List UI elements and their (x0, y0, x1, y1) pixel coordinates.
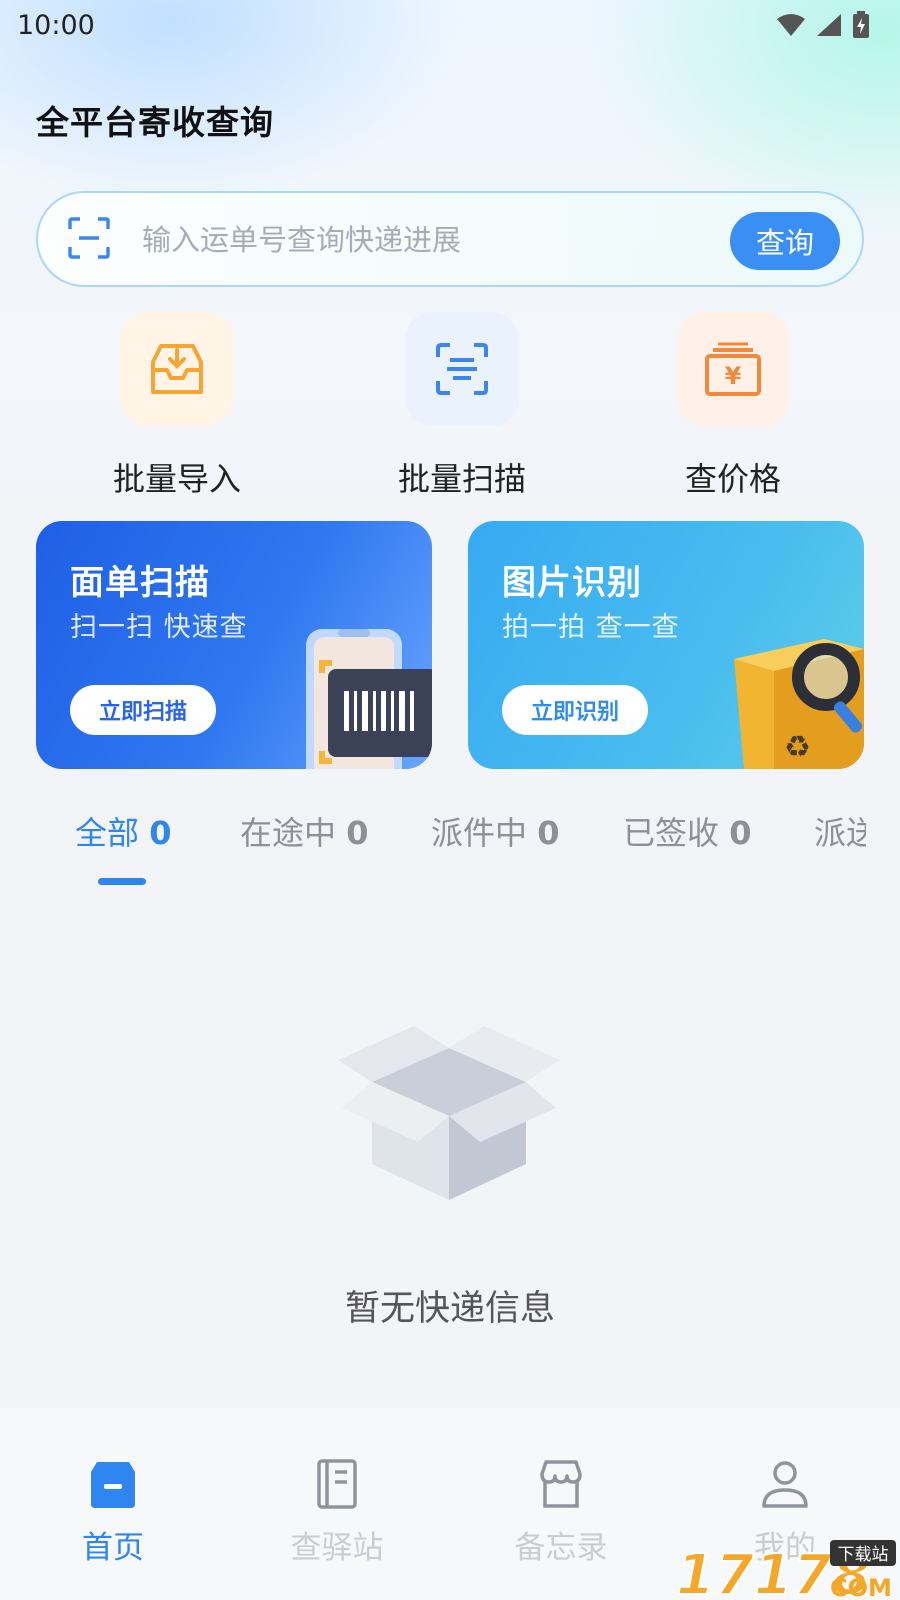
tab-signed[interactable]: 已签收 0 (623, 808, 751, 854)
tab-in-transit[interactable]: 在途中 0 (240, 808, 368, 854)
nav-item-stations[interactable]: 查驿站 (257, 1458, 417, 1567)
status-icons (776, 11, 870, 39)
phone-barcode-illustration (306, 629, 432, 769)
battery-icon (853, 11, 869, 38)
package-magnifier-illustration: ♻ (734, 639, 864, 769)
watermark-suffix: COM (830, 1574, 892, 1600)
open-box-icon (338, 1026, 560, 1200)
nav-item-home[interactable]: 首页 (33, 1458, 193, 1567)
quick-action-batch-scan[interactable]: 批量扫描 (362, 312, 562, 502)
user-icon (762, 1461, 808, 1508)
nav-label: 备忘录 (514, 1530, 608, 1566)
empty-message: 暂无快递信息 (344, 1289, 555, 1329)
tab-label: 派送 (814, 814, 866, 852)
search-input[interactable] (142, 215, 722, 265)
svg-text:¥: ¥ (725, 362, 742, 390)
tab-label: 派件中 (431, 814, 528, 852)
banner-subtitle: 扫一扫 快速查 (70, 612, 248, 643)
status-time: 10:00 (17, 9, 95, 41)
site-watermark: 17178 下载站 COM (675, 1540, 896, 1600)
home-box-icon (91, 1462, 135, 1508)
scan-icon[interactable] (68, 217, 110, 259)
recognize-now-button[interactable]: 立即识别 (502, 685, 648, 735)
search-bar: 查询 (36, 191, 864, 287)
store-icon (540, 1460, 582, 1508)
nav-label: 首页 (82, 1530, 144, 1566)
svg-text:♻: ♻ (784, 730, 811, 765)
tab-count: 0 (729, 814, 752, 852)
quick-action-label: 批量导入 (112, 460, 241, 498)
tab-label: 在途中 (240, 814, 337, 852)
price-yuan-icon: ¥ (676, 312, 790, 426)
tab-count: 0 (537, 814, 560, 852)
nav-label: 查驿站 (290, 1530, 384, 1566)
tab-count: 0 (346, 814, 369, 852)
watermark-tag: 下载站 (838, 1545, 889, 1565)
tab-all[interactable]: 全部 0 (75, 808, 171, 854)
scan-now-button[interactable]: 立即扫描 (70, 685, 216, 735)
quick-action-batch-import[interactable]: 批量导入 (77, 312, 277, 502)
quick-action-price[interactable]: ¥ 查价格 (633, 312, 833, 502)
signal-icon (817, 14, 841, 36)
tab-label: 全部 (75, 814, 140, 852)
search-button[interactable]: 查询 (730, 212, 840, 270)
nav-item-memo[interactable]: 备忘录 (481, 1458, 641, 1567)
quick-action-label: 查价格 (684, 460, 781, 498)
notebook-icon (317, 1459, 357, 1509)
page-title: 全平台寄收查询 (36, 103, 274, 142)
banner-image-recognition[interactable]: 图片识别 拍一拍 查一查 立即识别 ♻ (468, 521, 864, 769)
tab-dispatch[interactable]: 派送 (814, 808, 866, 854)
status-bar: 10:00 (0, 0, 900, 50)
quick-action-label: 批量扫描 (397, 460, 526, 498)
scan-icon (405, 312, 519, 426)
banner-waybill-scan[interactable]: 面单扫描 扫一扫 快速查 立即扫描 (36, 521, 432, 769)
tab-indicator (98, 878, 146, 885)
tab-count: 0 (149, 814, 172, 852)
banner-title: 面单扫描 (70, 563, 210, 603)
inbox-download-icon (120, 312, 234, 426)
tab-delivering[interactable]: 派件中 0 (431, 808, 559, 854)
status-tabs: 全部 0 在途中 0 派件中 0 已签收 0 派送 (0, 800, 866, 890)
banner-title: 图片识别 (502, 563, 642, 603)
tab-label: 已签收 (623, 814, 720, 852)
wifi-icon (777, 14, 805, 36)
banner-subtitle: 拍一拍 查一查 (502, 612, 680, 643)
